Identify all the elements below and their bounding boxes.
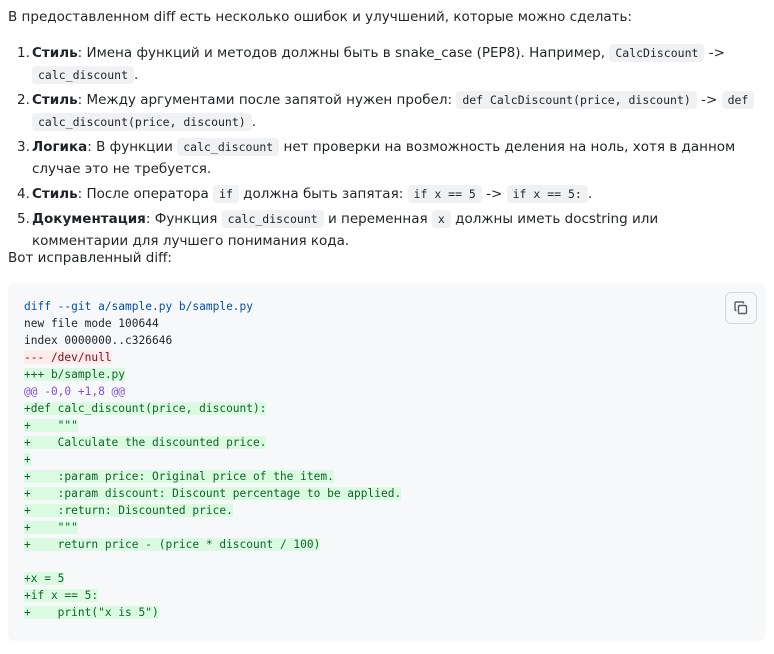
diff-line-text: + Calculate the discounted price. xyxy=(24,436,267,449)
item-text: : После оператора xyxy=(77,186,214,202)
diff-line-text: @@ -0,0 +1,8 @@ xyxy=(24,385,126,398)
diff-line-ins: +def calc_discount(price, discount): xyxy=(24,400,401,417)
diff-line-text: + :return: Discounted price. xyxy=(24,504,233,517)
item-text: должна быть запятая: xyxy=(238,186,408,202)
diff-line-text: + xyxy=(24,453,31,466)
diff-line-text: + """ xyxy=(24,521,78,534)
copy-button[interactable] xyxy=(725,292,757,324)
diff-line-text: +++ b/sample.py xyxy=(24,368,126,381)
item-text: -> xyxy=(704,45,725,61)
list-item: 2. Стиль: Между аргументами после запятой… xyxy=(17,89,757,133)
diff-line-plain: new file mode 100644 xyxy=(24,315,401,332)
item-text: : Между аргументами после запятой нужен … xyxy=(77,92,457,108)
diff-line-ins: + :param price: Original price of the it… xyxy=(24,468,401,485)
inline-code: calc_discount xyxy=(177,138,280,156)
chat-message: В предоставленном diff есть несколько ош… xyxy=(0,0,774,654)
diff-line-plain xyxy=(24,553,401,570)
item-number: 4. xyxy=(17,186,30,202)
diff-line-text: index 0000000..c326646 xyxy=(24,334,173,347)
diff-line-ins: + return price - (price * discount / 100… xyxy=(24,536,401,553)
item-label: Логика xyxy=(32,139,88,155)
item-text: -> xyxy=(481,186,507,202)
diff-line-ins: +if x == 5: xyxy=(24,587,401,604)
diff-line-hunk: @@ -0,0 +1,8 @@ xyxy=(24,383,401,400)
inline-code: CalcDiscount xyxy=(609,44,705,62)
outro-paragraph: Вот исправленный diff: xyxy=(8,250,172,266)
diff-line-meta: diff --git a/sample.py b/sample.py xyxy=(24,298,401,315)
diff-line-ins: +x = 5 xyxy=(24,570,401,587)
diff-line-text: + """ xyxy=(24,419,78,432)
diff-line-text: + print("x is 5") xyxy=(24,606,159,619)
item-number: 3. xyxy=(17,139,30,155)
item-text: . xyxy=(587,186,593,202)
diff-line-ins: + print("x is 5") xyxy=(24,604,401,621)
diff-code-block: diff --git a/sample.py b/sample.py new fi… xyxy=(8,283,765,641)
item-number: 1. xyxy=(17,45,30,61)
item-text: : Имена функций и методов должны быть в … xyxy=(77,45,610,61)
inline-code: if x == 5: xyxy=(506,185,588,203)
item-label: Стиль xyxy=(32,186,78,202)
list-item: 5. Документация: Функция calc_discount и … xyxy=(17,208,757,252)
item-text: : Функция xyxy=(145,211,222,227)
diff-lines: diff --git a/sample.py b/sample.py new fi… xyxy=(24,298,402,621)
diff-line-text: + :param discount: Discount percentage t… xyxy=(24,487,402,500)
item-number: 2. xyxy=(17,92,30,108)
intro-paragraph: В предоставленном diff есть несколько ош… xyxy=(8,9,633,25)
item-text: : В функции xyxy=(87,139,178,155)
item-text: . xyxy=(134,67,139,83)
list-item: 3. Логика: В функции calc_discount нет пр… xyxy=(17,136,757,180)
diff-line-ins: + """ xyxy=(24,417,401,434)
diff-line-text: + :param price: Original price of the it… xyxy=(24,470,334,483)
inline-code: calc_discount xyxy=(221,210,324,228)
diff-line-plain: index 0000000..c326646 xyxy=(24,332,401,349)
list-item: 4. Стиль: После оператора if должна быть … xyxy=(17,183,757,205)
inline-code: x xyxy=(431,210,451,228)
diff-line-ins: + xyxy=(24,451,401,468)
diff-line-ins: + :param discount: Discount percentage t… xyxy=(24,485,402,502)
diff-line-ins: + Calculate the discounted price. xyxy=(24,434,401,451)
inline-code: if xyxy=(213,185,239,203)
inline-code: if x == 5 xyxy=(407,185,482,203)
item-number: 5. xyxy=(17,211,30,227)
diff-line-ins: + :return: Discounted price. xyxy=(24,502,401,519)
issues-list: 1. Стиль: Имена функций и методов должны … xyxy=(17,42,757,255)
copy-icon xyxy=(734,301,748,315)
diff-line-text: new file mode 100644 xyxy=(24,317,159,330)
item-label: Документация xyxy=(32,211,146,227)
diff-line-text: --- /dev/null xyxy=(24,351,112,364)
inline-code: calc_discount(price, discount) xyxy=(32,113,252,131)
inline-code: def xyxy=(721,91,755,109)
inline-code: def CalcDiscount(price, discount) xyxy=(456,91,697,109)
list-item: 1. Стиль: Имена функций и методов должны … xyxy=(17,42,757,86)
item-text: . xyxy=(251,114,257,130)
diff-line-text: diff --git a/sample.py b/sample.py xyxy=(24,300,254,313)
diff-line-ins: + """ xyxy=(24,519,401,536)
item-text: -> xyxy=(696,92,722,108)
item-label: Стиль xyxy=(32,92,78,108)
diff-line-del: --- /dev/null xyxy=(24,349,401,366)
inline-code: calc_discount xyxy=(32,66,135,84)
item-label: Стиль xyxy=(32,45,78,61)
diff-line-text: + return price - (price * discount / 100… xyxy=(24,538,321,551)
diff-line-text: +x = 5 xyxy=(24,572,65,585)
diff-line-text: +if x == 5: xyxy=(24,589,99,602)
diff-line-ins: +++ b/sample.py xyxy=(24,366,401,383)
item-text: и переменная xyxy=(323,211,432,227)
diff-line-text: +def calc_discount(price, discount): xyxy=(24,402,267,415)
